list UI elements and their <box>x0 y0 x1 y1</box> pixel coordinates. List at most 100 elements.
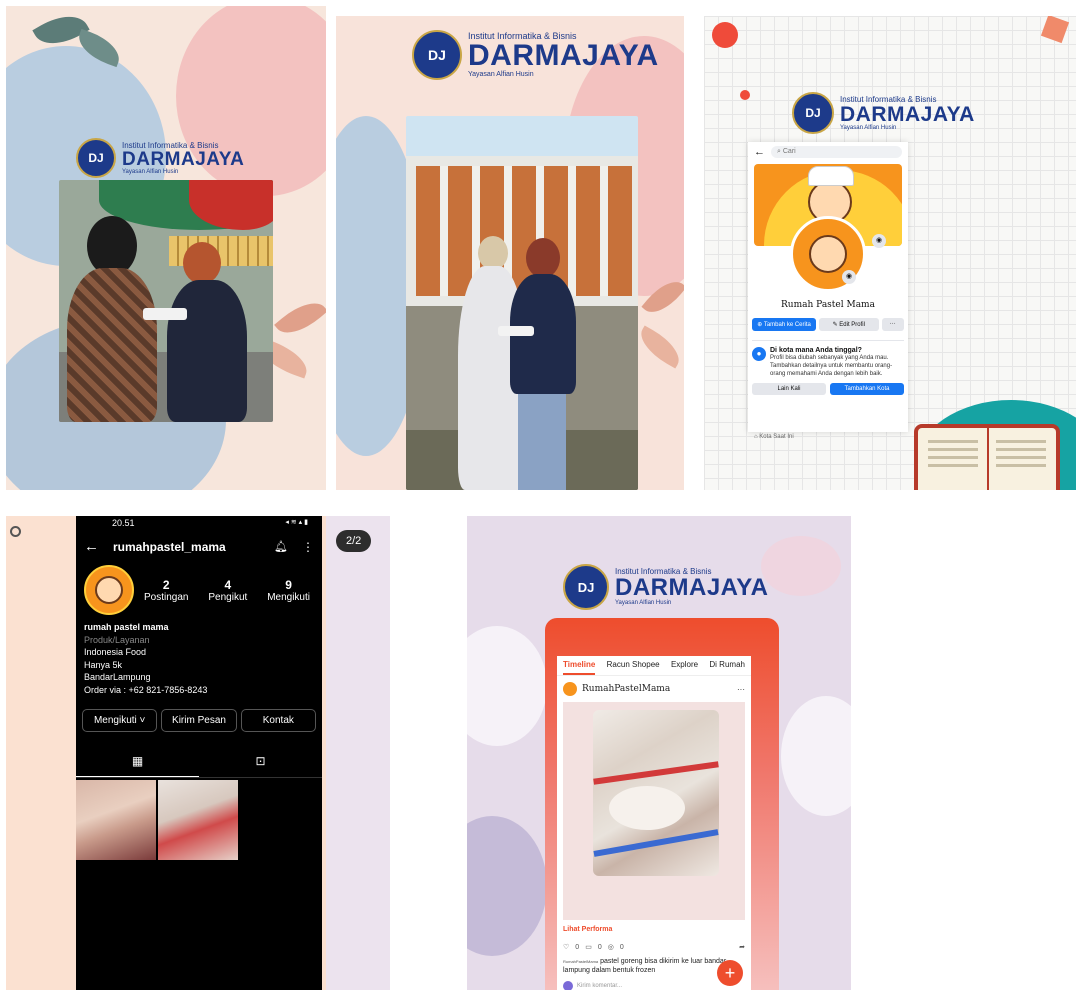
darmajaya-seal-icon: DJ <box>412 30 462 80</box>
profile-actions: ⊕ Tambah ke Cerita ✎ Edit Profil ··· <box>752 318 904 331</box>
food-box <box>498 326 534 336</box>
status-time: 20.51 <box>112 518 135 528</box>
bell-icon[interactable]: 🔔︎ <box>274 540 288 553</box>
darmajaya-logo: DJ Institut Informatika & Bisnis DARMAJA… <box>412 30 659 80</box>
red-square-decoration <box>1040 16 1070 44</box>
circle-decoration <box>10 526 21 537</box>
bio-line: BandarLampung <box>84 672 151 683</box>
leaf-decoration <box>274 292 326 344</box>
bg-blob-lilac <box>467 816 547 956</box>
current-city-row: ⌂ Kota Saat Ini <box>754 434 794 440</box>
location-body: Profil bisa diubah sebanyak yang Anda ma… <box>770 355 893 378</box>
comment-input[interactable]: Kirim komentar... <box>577 983 622 989</box>
post-thumbnail[interactable] <box>158 779 238 860</box>
darmajaya-logo: DJ Institut Informatika & Bisnis DARMAJA… <box>792 92 975 134</box>
logo-name: DARMAJAYA <box>615 574 769 601</box>
add-city-button[interactable]: Tambahkan Kota <box>830 383 904 396</box>
post-header: RumahPastelMama ··· <box>557 676 751 702</box>
view-eye-icon: ◎ <box>607 944 614 951</box>
person-woman-hijab <box>87 216 137 276</box>
facebook-screen: ← ⌕ Cari ◉ ◉ Rumah Pastel Mama ⊕ Tambah … <box>748 142 908 440</box>
location-pin-icon: ● <box>752 347 766 361</box>
bg-blob-pink <box>761 536 841 596</box>
food-box <box>143 308 187 320</box>
handover-photo <box>59 180 273 422</box>
page-indicator: 2/2 <box>336 530 372 552</box>
panel-instagram-profile: 2/2 20.51 ◂ ≋ ▴ ▮ ← rumahpastel_mama 🔔︎ … <box>6 516 390 990</box>
profile-username: rumahpastel_mama <box>113 539 226 554</box>
instagram-header: ← rumahpastel_mama 🔔︎ ⋮ <box>76 528 322 565</box>
panel-shopee-feed: DJ Institut Informatika & Bisnis DARMAJA… <box>467 516 851 990</box>
contact-button[interactable]: Kontak <box>240 708 316 732</box>
camera-icon[interactable]: ◉ <box>872 234 886 248</box>
post-thumbnail[interactable] <box>76 779 156 860</box>
post-actions: ♡ 0 ▭ 0 ◎ 0 ➦ <box>557 939 751 955</box>
wood-gate <box>416 166 632 296</box>
back-arrow-icon[interactable]: ← <box>84 538 99 555</box>
bio-line: Indonesia Food <box>84 647 147 658</box>
bio-category: Produk/Layanan <box>84 634 150 645</box>
stat-posts[interactable]: 2 Postingan <box>144 578 188 603</box>
chef-hat <box>808 166 854 186</box>
instagram-screen: 20.51 ◂ ≋ ▴ ▮ ← rumahpastel_mama 🔔︎ ⋮ 2P… <box>76 516 322 990</box>
darmajaya-seal-icon: DJ <box>76 138 116 178</box>
tagged-tab[interactable]: ⊡ <box>199 746 322 777</box>
status-bar: 20.51 ◂ ≋ ▴ ▮ <box>76 516 322 528</box>
stat-followers[interactable]: 4 Pengikut <box>208 578 247 603</box>
add-story-button[interactable]: ⊕ Tambah ke Cerita <box>752 318 817 331</box>
grid-icon: ▦ <box>131 753 144 768</box>
user-avatar <box>563 981 573 990</box>
post-more-button[interactable]: ··· <box>737 685 745 694</box>
pastel-dough <box>609 786 685 830</box>
comment-icon[interactable]: ▭ <box>585 943 592 951</box>
bg-blob-white <box>467 626 547 746</box>
bio-line: Order via : +62 821-7856-8243 <box>84 684 208 695</box>
darmajaya-seal-icon: DJ <box>563 564 609 610</box>
red-dot-decoration <box>740 90 750 100</box>
feed-tabs: Timeline Racun Shopee Explore Di Rumah <box>557 656 751 676</box>
profile-avatar[interactable] <box>84 565 134 615</box>
location-prompt-card: ● Di kota mana Anda tinggal? Profil bisa… <box>752 340 904 396</box>
tagged-person-icon: ⊡ <box>255 753 266 768</box>
person-student-jeans <box>518 394 566 490</box>
account-name[interactable]: RumahPastelMama <box>582 684 732 694</box>
more-button[interactable]: ··· <box>881 318 904 331</box>
profile-bio: rumah pastel mama Produk/Layanan Indones… <box>76 615 322 697</box>
logo-name: DARMAJAYA <box>840 102 975 126</box>
account-avatar[interactable] <box>563 682 577 696</box>
view-performance-link[interactable]: Lihat Performa <box>557 920 751 939</box>
add-post-fab[interactable]: + <box>717 960 743 986</box>
search-input[interactable]: ⌕ Cari <box>771 146 902 158</box>
tab-explore[interactable]: Explore <box>671 656 698 675</box>
person-boy-head <box>478 236 508 270</box>
handover-photo <box>406 116 638 490</box>
panel-handover-photo-2: DJ Institut Informatika & Bisnis DARMAJA… <box>336 16 684 490</box>
logo-name: DARMAJAYA <box>122 148 245 170</box>
back-arrow-icon[interactable]: ← <box>754 146 765 158</box>
pencil-icon: ✎ <box>832 322 838 328</box>
edit-profile-button[interactable]: ✎ Edit Profil <box>819 318 879 331</box>
person-student-head <box>183 242 221 284</box>
camera-icon[interactable]: ◉ <box>842 270 856 284</box>
person-woman-body <box>67 268 157 422</box>
tab-timeline[interactable]: Timeline <box>563 656 596 675</box>
grid-tab[interactable]: ▦ <box>76 746 199 777</box>
search-icon: ⌕ <box>777 148 781 155</box>
like-heart-icon[interactable]: ♡ <box>563 943 569 951</box>
message-button[interactable]: Kirim Pesan <box>161 708 237 732</box>
bg-blob-white <box>781 696 851 816</box>
bio-name: rumah pastel mama <box>84 622 169 632</box>
kebab-menu-icon[interactable]: ⋮ <box>302 540 314 554</box>
tab-di-rumah[interactable]: Di Rumah <box>709 656 745 675</box>
panel-facebook-page: DJ Institut Informatika & Bisnis DARMAJA… <box>704 16 1076 490</box>
following-button[interactable]: Mengikuti ˅ <box>82 708 158 732</box>
bg-right-lilac <box>326 516 390 990</box>
darmajaya-logo: DJ Institut Informatika & Bisnis DARMAJA… <box>563 564 768 610</box>
stat-following[interactable]: 9 Mengikuti <box>267 578 310 603</box>
profile-buttons: Mengikuti ˅ Kirim Pesan Kontak <box>76 697 322 732</box>
share-icon[interactable]: ➦ <box>739 943 745 951</box>
later-button[interactable]: Lain Kali <box>752 383 826 396</box>
post-image <box>593 710 719 876</box>
tab-racun-shopee[interactable]: Racun Shopee <box>607 656 660 675</box>
home-icon: ⌂ <box>754 434 758 440</box>
